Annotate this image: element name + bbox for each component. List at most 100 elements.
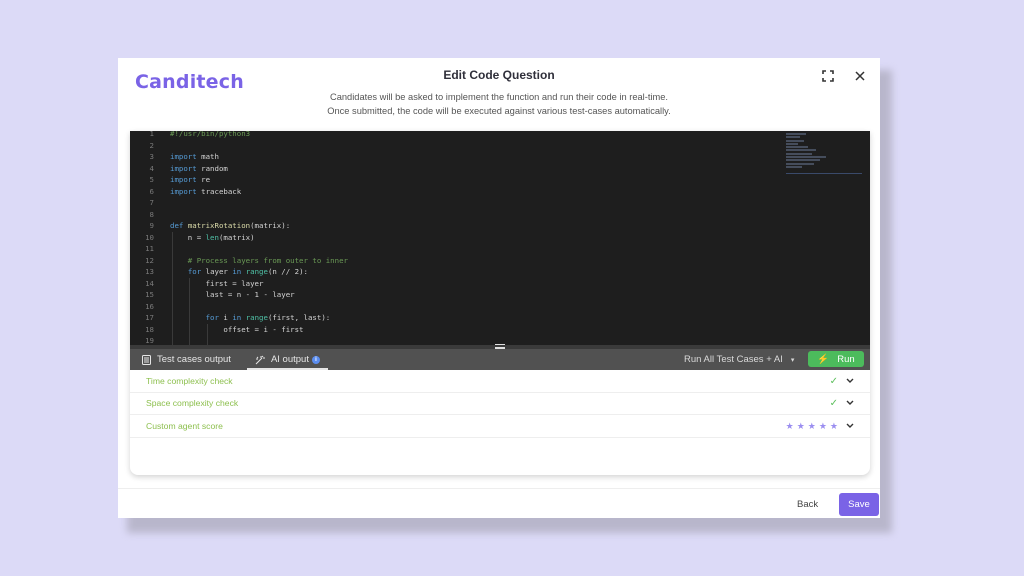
chevron-down-icon[interactable] <box>846 422 854 431</box>
code-line: 1 #!/usr/bin/python3 <box>130 131 348 140</box>
code-lines: 1 #!/usr/bin/python3 2 3 import math 4 import … <box>130 131 348 347</box>
result-label: Time complexity check <box>146 375 233 386</box>
line-number: 13 <box>145 267 154 276</box>
line-number: 17 <box>145 313 154 322</box>
document-icon <box>142 354 151 365</box>
star-icon: ★ <box>785 420 794 431</box>
code-text: import random <box>170 163 228 173</box>
fullscreen-button[interactable] <box>820 68 836 84</box>
code-text: for layer in range(n // 2): <box>187 267 308 276</box>
code-line: 4 import random <box>130 163 348 175</box>
tab-test-cases-output[interactable]: Test cases output <box>130 349 243 370</box>
save-button[interactable]: Save <box>839 493 879 516</box>
subtitle-line-2: Once submitted, the code will be execute… <box>327 106 671 116</box>
code-line: 18 offset = i - first <box>130 324 348 336</box>
line-number: 10 <box>145 232 154 242</box>
result-label: Custom agent score <box>146 420 223 431</box>
code-line: 11 <box>130 243 348 255</box>
lightning-icon: ⚡ <box>817 353 830 365</box>
close-icon <box>855 71 865 81</box>
tab-ai-output[interactable]: AI output i <box>243 349 332 370</box>
code-line: 15 last = n - 1 - layer <box>130 289 348 301</box>
tab-label: AI output <box>270 354 309 365</box>
edit-code-question-modal: Canditech Edit Code Question Candidates … <box>118 58 880 518</box>
code-text: last = n - 1 - layer <box>170 290 295 299</box>
star-icon: ★ <box>796 420 805 431</box>
run-all-dropdown[interactable]: Run All Test Cases + AI ▾ <box>684 349 794 370</box>
line-number: 8 <box>149 209 154 219</box>
chevron-down-icon: ▾ <box>790 356 795 364</box>
result-label: Space complexity check <box>146 398 239 409</box>
line-number: 11 <box>145 244 154 253</box>
line-number: 6 <box>149 186 154 196</box>
code-line: 13 for layer in range(n // 2): <box>130 266 348 278</box>
code-text: n = len(matrix) <box>170 232 255 242</box>
line-number: 16 <box>145 301 154 311</box>
code-line: 5 import re <box>130 174 348 186</box>
tab-label: Test cases output <box>157 354 231 365</box>
close-button[interactable] <box>852 68 868 84</box>
code-question-card: 1 #!/usr/bin/python3 2 3 import math 4 import … <box>130 131 870 475</box>
line-number: 2 <box>149 140 154 150</box>
result-row-custom-agent-score[interactable]: Custom agent score ★ ★ ★ ★ ★ <box>130 415 870 438</box>
line-number: 14 <box>145 278 154 288</box>
code-minimap[interactable] <box>786 133 862 173</box>
fullscreen-icon <box>822 70 834 82</box>
code-line: 7 <box>130 197 348 209</box>
star-icon: ★ <box>807 420 816 431</box>
code-text: for i in range(first, last): <box>205 313 331 322</box>
line-number: 15 <box>145 290 154 299</box>
line-number: 3 <box>149 152 154 161</box>
code-line: 16 <box>130 301 348 313</box>
line-number: 12 <box>145 255 154 265</box>
result-row-space-complexity[interactable]: Space complexity check ✓ <box>130 393 870 415</box>
check-icon: ✓ <box>829 375 838 387</box>
code-line: 12 # Process layers from outer to inner <box>130 255 348 267</box>
code-editor[interactable]: 1 #!/usr/bin/python3 2 3 import math 4 import … <box>130 131 870 348</box>
code-text: first = layer <box>170 278 264 288</box>
modal-title: Edit Code Question <box>443 68 555 82</box>
star-rating: ★ ★ ★ ★ ★ <box>786 421 838 432</box>
run-button[interactable]: ⚡ Run <box>808 351 864 367</box>
info-icon[interactable]: i <box>311 355 320 364</box>
line-number: 1 <box>149 131 154 138</box>
run-label: Run <box>837 353 855 365</box>
line-number: 5 <box>149 175 154 184</box>
code-line: 17 for i in range(first, last): <box>130 312 348 324</box>
code-text: # Process layers from outer to inner <box>170 255 348 265</box>
subtitle-line-1: Candidates will be asked to implement th… <box>330 92 668 102</box>
magic-wand-icon <box>255 355 265 365</box>
code-text: import math <box>170 152 219 161</box>
line-number: 4 <box>149 163 154 173</box>
code-text: import traceback <box>170 186 242 196</box>
code-text: def matrixRotation(matrix): <box>170 221 291 230</box>
output-tabbar: Test cases output AI output i Run All Te… <box>130 349 870 370</box>
code-line: 14 first = layer <box>130 278 348 290</box>
code-text: offset = i - first <box>170 324 304 334</box>
back-button[interactable]: Back <box>797 499 818 510</box>
run-all-label: Run All Test Cases + AI <box>684 354 783 365</box>
check-icon: ✓ <box>829 398 838 409</box>
code-line: 9 def matrixRotation(matrix): <box>130 220 348 232</box>
chevron-down-icon[interactable] <box>846 377 854 386</box>
footer-divider <box>118 488 880 489</box>
code-line: 6 import traceback <box>130 186 348 198</box>
ai-results-list: Time complexity check ✓ Space complexity… <box>130 370 870 438</box>
code-text: #!/usr/bin/python3 <box>170 131 251 138</box>
star-icon: ★ <box>818 420 827 431</box>
modal-subtitle: Candidates will be asked to implement th… <box>118 90 880 118</box>
code-text: import re <box>170 175 211 184</box>
line-number: 9 <box>149 221 154 230</box>
star-icon: ★ <box>829 420 838 431</box>
result-row-time-complexity[interactable]: Time complexity check ✓ <box>130 370 870 393</box>
chevron-down-icon[interactable] <box>846 399 854 408</box>
line-number: 18 <box>145 324 154 334</box>
line-number: 7 <box>149 198 154 207</box>
code-line: 10 n = len(matrix) <box>130 232 348 244</box>
code-line: 8 <box>130 209 348 221</box>
code-line: 3 import math <box>130 151 348 163</box>
